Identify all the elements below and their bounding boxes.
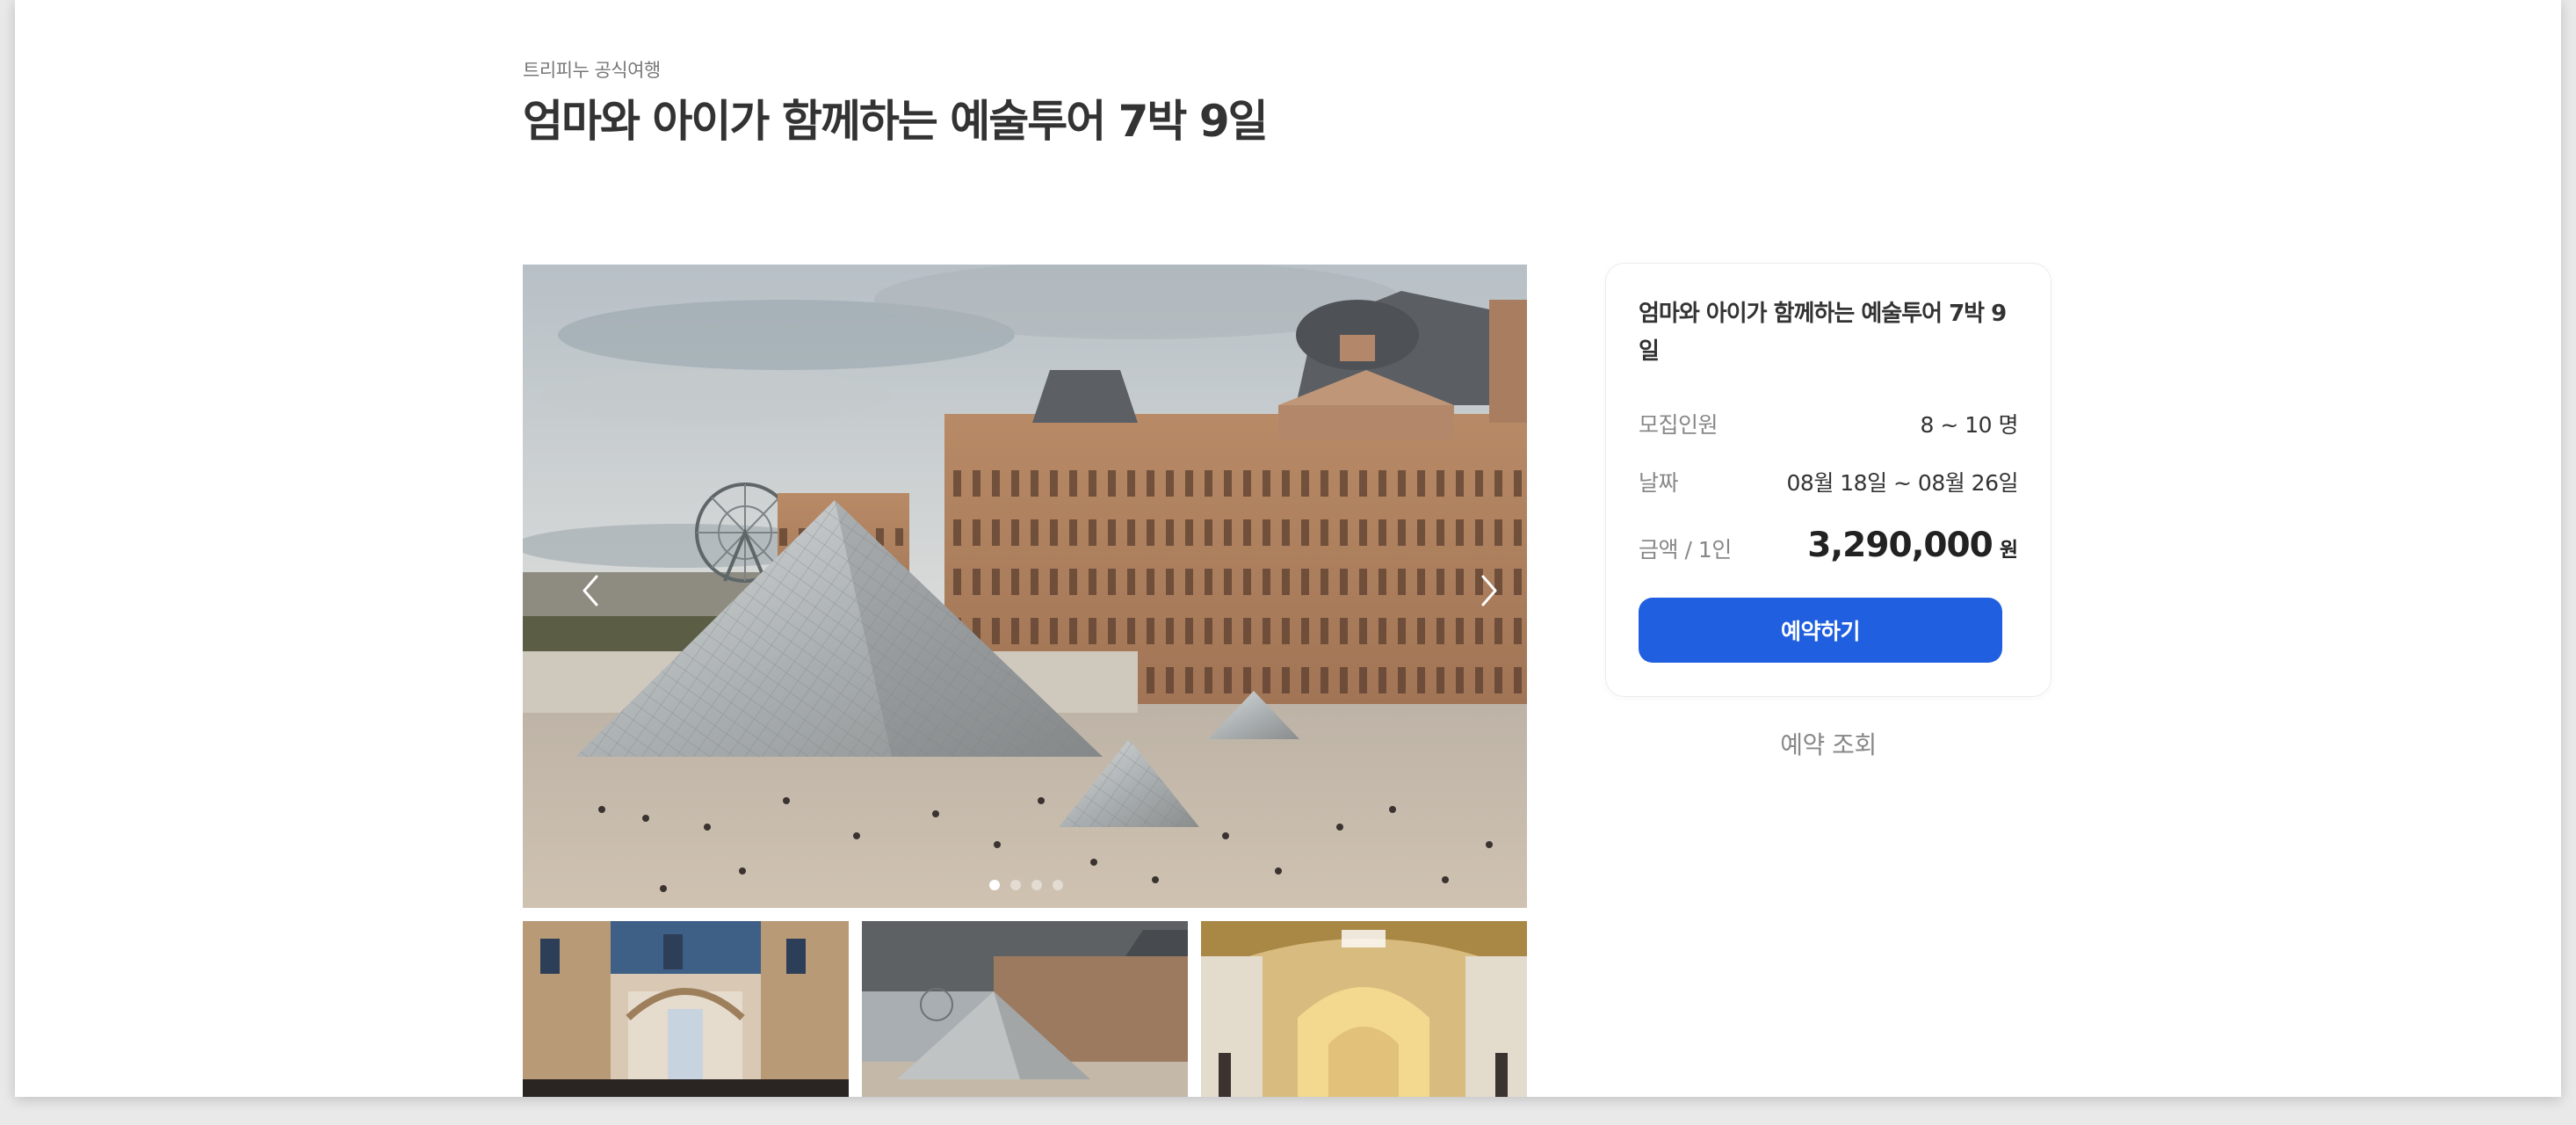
carousel-dots [989, 880, 1063, 890]
product-category: 트리피누 공식여행 [523, 60, 661, 81]
reservation-lookup-link[interactable]: 예약 조회 [1605, 726, 2051, 761]
price-value: 3,290,000 [1807, 526, 1994, 565]
carousel-dot[interactable] [1031, 880, 1042, 890]
thumbnail-image [862, 921, 1188, 1097]
thumbnail-image [1201, 921, 1527, 1097]
booking-card: 엄마와 아이가 함께하는 예술투어 7박 9일 모집인원 8 ~ 10 명 날짜… [1605, 263, 2051, 697]
booking-card-title: 엄마와 아이가 함께하는 예술투어 7박 9일 [1639, 301, 2007, 365]
louvre-pyramid-thumbnail[interactable] [862, 921, 1188, 1097]
date-value: 08월 18일 ~ 08월 26일 [1786, 470, 2019, 496]
price: 3,290,000 원 [1807, 526, 2018, 565]
chevron-left-icon [582, 575, 598, 606]
hero-image-carousel[interactable] [523, 265, 1527, 908]
museum-gallery-hall-thumbnail[interactable] [1201, 921, 1527, 1097]
price-label: 금액 / 1인 [1639, 537, 1732, 562]
carousel-next-button[interactable] [1472, 570, 1507, 612]
capacity-label: 모집인원 [1639, 412, 1719, 438]
carousel-dot[interactable] [1010, 880, 1021, 890]
chevron-right-icon [1481, 575, 1497, 606]
uffizi-gallery-thumbnail[interactable] [523, 921, 849, 1097]
page: 트리피누 공식여행 엄마와 아이가 함께하는 예술투어 7박 9일 엄마와 아이… [15, 0, 2561, 1097]
carousel-prev-button[interactable] [573, 570, 608, 612]
capacity-value: 8 ~ 10 명 [1920, 412, 2018, 438]
thumbnail-image [523, 921, 849, 1097]
date-label: 날짜 [1639, 470, 1679, 496]
carousel-dot[interactable] [989, 880, 1000, 890]
price-unit: 원 [1999, 539, 2018, 562]
book-button[interactable]: 예약하기 [1639, 598, 2002, 663]
louvre-hero-photo [523, 265, 1527, 908]
carousel-dot[interactable] [1053, 880, 1063, 890]
page-title: 엄마와 아이가 함께하는 예술투어 7박 9일 [523, 96, 1269, 147]
